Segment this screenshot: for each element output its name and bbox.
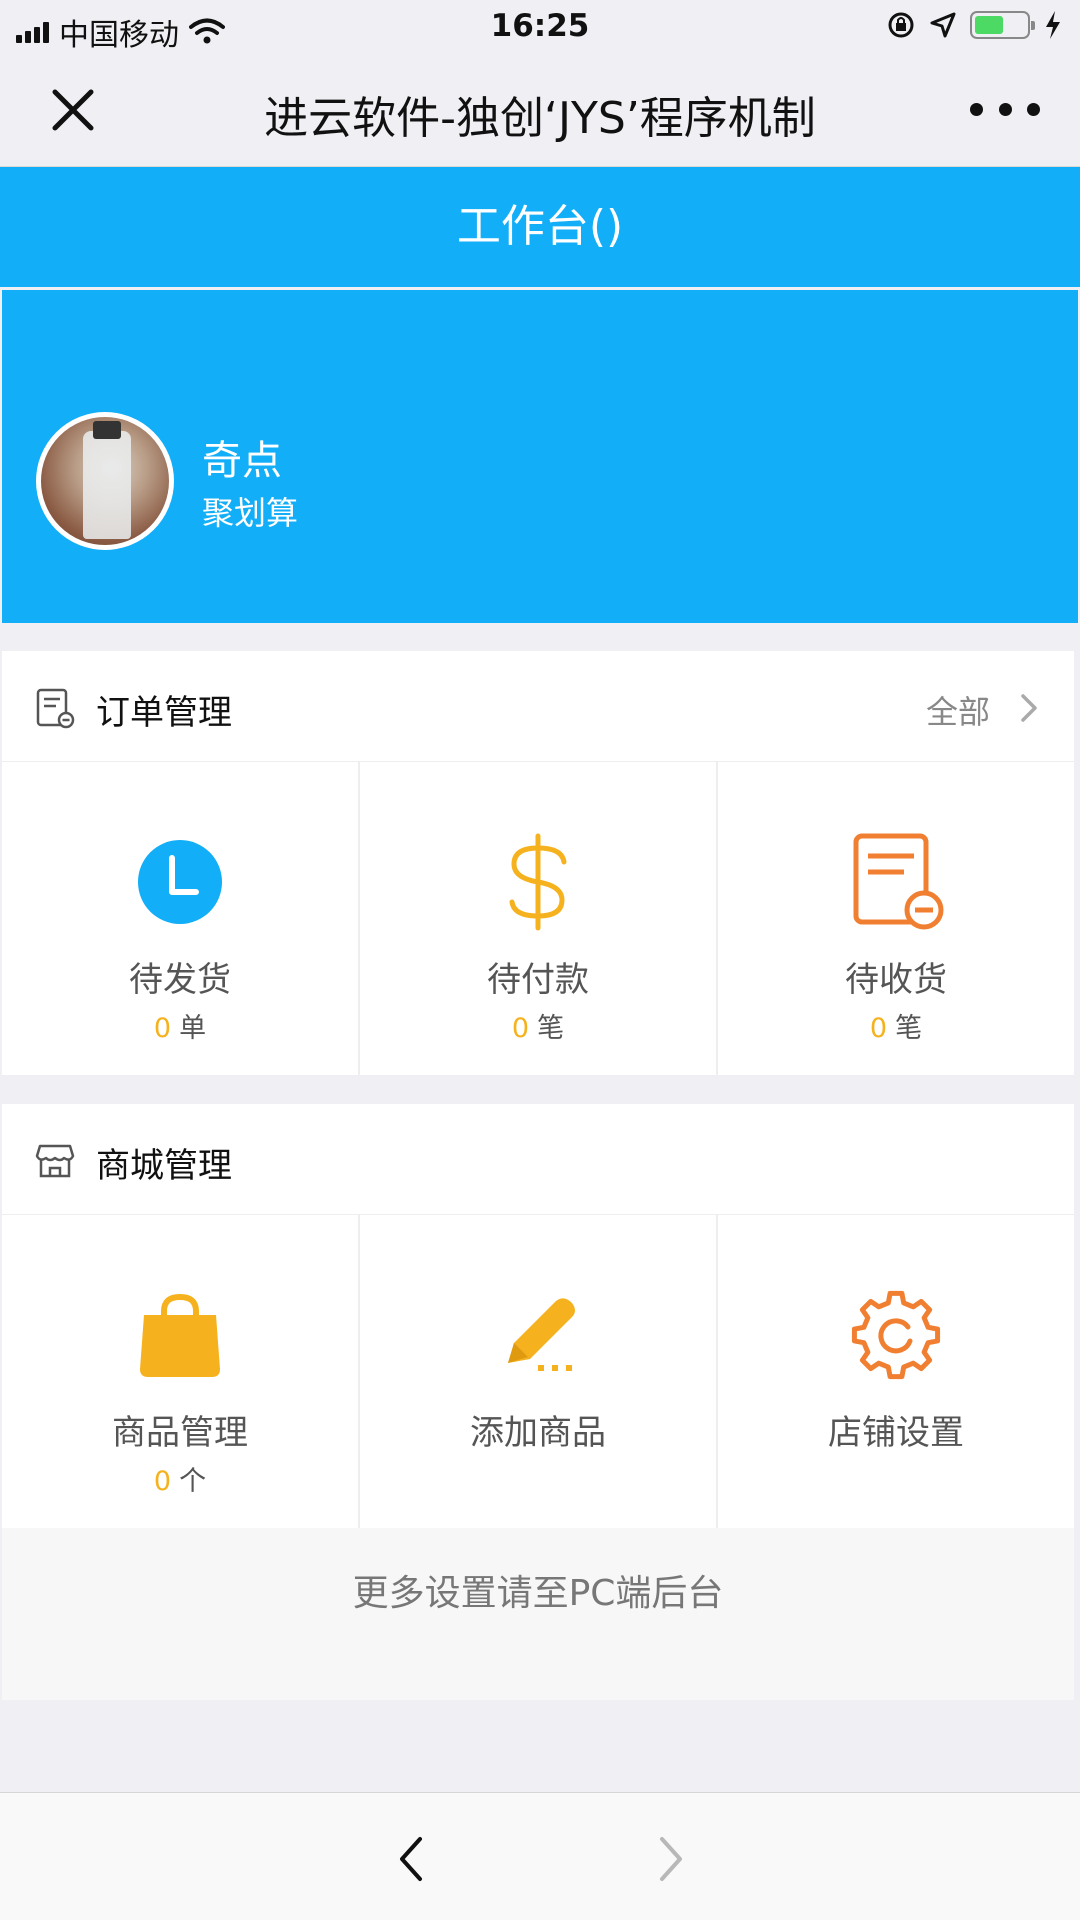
shop-grid: 商品管理 0个 添加商品 店铺设置 xyxy=(2,1214,1074,1528)
page-title: 工作台() xyxy=(0,167,1080,287)
clock-icon xyxy=(138,840,222,924)
shop-section-header: 商城管理 xyxy=(2,1104,1074,1214)
product-management-label: 商品管理 xyxy=(112,1413,248,1453)
pc-backend-note: 更多设置请至PC端后台 xyxy=(2,1528,1074,1700)
profile-banner: 奇点 聚划算 xyxy=(2,290,1078,623)
order-pending-payment[interactable]: 待付款 0笔 xyxy=(360,762,718,1075)
close-icon[interactable] xyxy=(45,82,101,138)
browser-bottom-bar xyxy=(0,1792,1080,1920)
product-management[interactable]: 商品管理 0个 xyxy=(2,1215,360,1528)
forward-arrow-icon[interactable] xyxy=(656,1835,686,1883)
rotation-lock-icon xyxy=(888,12,914,38)
nav-title: 进云软件-独创‘JYS’程序机制 xyxy=(264,93,816,144)
order-pending-payment-count: 0笔 xyxy=(511,1013,565,1044)
more-dots-icon[interactable] xyxy=(970,94,1040,124)
status-bar: 中国移动 16:25 xyxy=(0,0,1080,54)
order-pending-receipt-count: 0笔 xyxy=(869,1013,923,1044)
pencil-icon xyxy=(508,1298,575,1371)
order-pending-payment-label: 待付款 xyxy=(487,960,589,1000)
add-product[interactable]: 添加商品 xyxy=(360,1215,718,1528)
order-pending-receipt-label: 待收货 xyxy=(845,960,947,1000)
charging-icon xyxy=(1046,11,1060,39)
order-section: 订单管理 全部 待发货 0单 待付款 0笔 待收货 0 笔 xyxy=(2,651,1074,1075)
shop-section: 商城管理 商品管理 0个 添加商品 店铺设置 xyxy=(2,1104,1074,1528)
order-pending-shipment-count: 0单 xyxy=(153,1013,207,1044)
avatar[interactable] xyxy=(36,412,174,550)
store-settings[interactable]: 店铺设置 xyxy=(718,1215,1074,1528)
order-list-icon xyxy=(36,688,75,729)
profile-name: 奇点 xyxy=(202,438,282,484)
view-all-orders-link[interactable]: 全部 xyxy=(926,687,990,733)
profile-subtitle: 聚划算 xyxy=(202,494,299,532)
add-product-label: 添加商品 xyxy=(470,1413,606,1453)
dollar-icon xyxy=(509,833,567,931)
shop-section-title: 商城管理 xyxy=(96,1146,232,1186)
order-pending-shipment[interactable]: 待发货 0单 xyxy=(2,762,360,1075)
status-right xyxy=(886,10,1062,40)
receipt-icon xyxy=(853,833,944,930)
order-grid: 待发货 0单 待付款 0笔 待收货 0 笔 xyxy=(2,761,1074,1075)
gear-icon xyxy=(851,1290,941,1380)
order-section-title: 订单管理 xyxy=(96,693,232,733)
battery-icon xyxy=(970,11,1035,39)
store-icon xyxy=(35,1144,75,1178)
back-arrow-icon[interactable] xyxy=(396,1835,426,1883)
nav-bar: 进云软件-独创‘JYS’程序机制 xyxy=(0,54,1080,167)
product-management-count: 0个 xyxy=(153,1466,207,1497)
order-pending-shipment-label: 待发货 xyxy=(129,960,231,1000)
chevron-right-icon[interactable] xyxy=(1016,693,1042,723)
shopping-bag-icon xyxy=(140,1293,220,1377)
order-section-header: 订单管理 全部 xyxy=(2,651,1074,761)
store-settings-label: 店铺设置 xyxy=(828,1413,964,1453)
order-pending-receipt[interactable]: 待收货 0笔 xyxy=(718,762,1074,1075)
location-icon xyxy=(930,12,956,38)
